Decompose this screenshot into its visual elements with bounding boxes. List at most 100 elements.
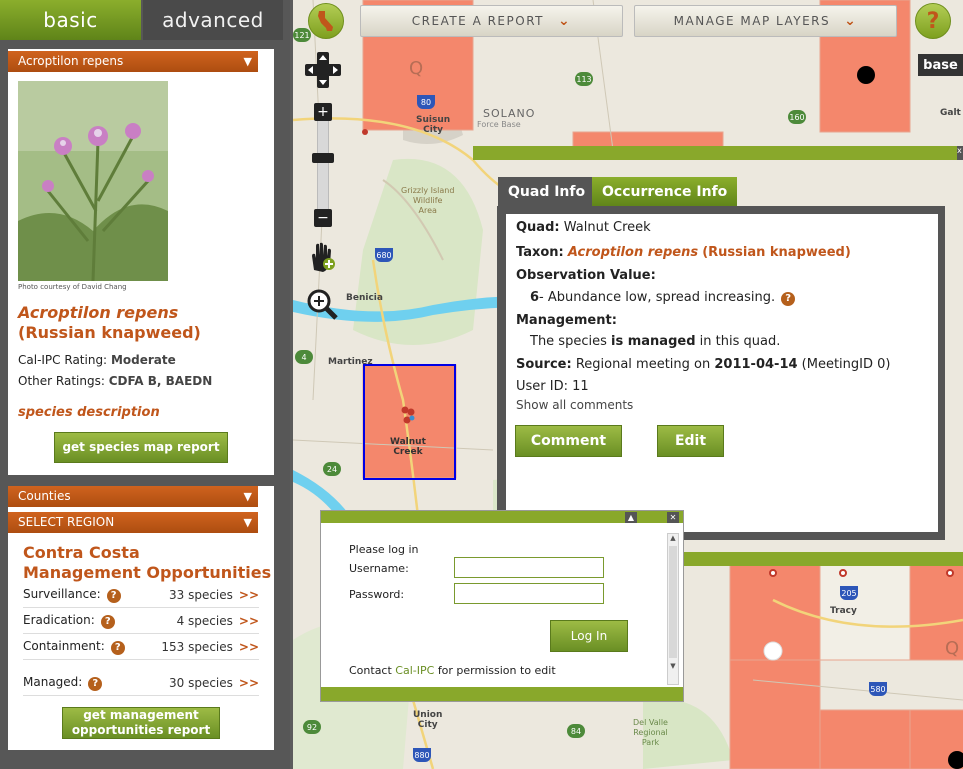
zoom-out-button[interactable]: − xyxy=(314,209,332,227)
pan-control[interactable] xyxy=(305,52,341,88)
user-line: User ID: 11 xyxy=(516,379,589,394)
tab-basic[interactable]: basic xyxy=(0,0,141,40)
quad-value: Walnut Creek xyxy=(563,220,651,235)
state-route-icon: 121 xyxy=(293,28,311,42)
help-icon[interactable]: ? xyxy=(110,640,125,655)
selected-quad-outline[interactable] xyxy=(363,364,456,480)
row-arrow[interactable]: >> xyxy=(239,614,259,628)
chevron-down-icon: ▼ xyxy=(243,490,252,503)
zoom-box-tool[interactable] xyxy=(305,287,339,321)
state-route-icon: 113 xyxy=(575,72,593,86)
edit-button[interactable]: Edit xyxy=(657,425,724,457)
login-button[interactable]: Log In xyxy=(550,620,628,652)
observation-value: 6- Abundance low, spread increasing.? xyxy=(530,290,796,306)
mgmt-report-button[interactable]: get management opportunities report xyxy=(62,707,220,739)
password-input[interactable] xyxy=(454,583,604,604)
photo-credit: Photo courtesy of David Chang xyxy=(18,283,127,291)
management-pre: The species xyxy=(530,334,607,349)
tab-advanced[interactable]: advanced xyxy=(143,0,283,40)
observation-text: - Abundance low, spread increasing. xyxy=(539,290,776,305)
row-value: 4 species xyxy=(176,614,233,628)
map-label-delvalle-1: Del Valle xyxy=(633,718,668,727)
california-home-button[interactable] xyxy=(308,3,344,39)
row-value: 153 species xyxy=(161,640,233,654)
zoom-slider-track[interactable] xyxy=(317,121,329,209)
sidebar: basic advanced Acroptilon repens ▼ Photo… xyxy=(0,0,290,769)
mgmt-row-containment[interactable]: Containment:? 153 species >> xyxy=(23,635,259,660)
username-input[interactable] xyxy=(454,557,604,578)
species-photo xyxy=(18,81,168,281)
highway-shield-icon: 205 xyxy=(840,586,858,600)
cal-ipc-rating: Cal-IPC Rating: Moderate xyxy=(18,353,176,367)
map-label-creek: Creek xyxy=(393,447,423,457)
taxon-name[interactable]: Acroptilon repens xyxy=(568,245,698,260)
highway-shield-icon: 680 xyxy=(375,248,393,262)
base-layer-toggle[interactable]: base xyxy=(918,54,963,76)
row-arrow[interactable]: >> xyxy=(239,640,259,654)
species-common-name: (Russian knapweed) xyxy=(18,323,201,342)
tab-occurrence-info[interactable]: Occurrence Info xyxy=(592,177,738,207)
mgmt-row-managed[interactable]: Managed:? 30 species >> xyxy=(23,671,259,696)
login-prompt: Please log in xyxy=(349,543,419,556)
taxon-line: Taxon: Acroptilon repens (Russian knapwe… xyxy=(516,245,851,260)
zoom-slider-handle[interactable] xyxy=(312,153,334,163)
help-icon[interactable]: ? xyxy=(88,676,103,691)
select-region-dropdown[interactable]: SELECT REGION ▼ xyxy=(8,512,258,533)
source-post: (MeetingID 0) xyxy=(801,357,891,372)
help-button[interactable]: ? xyxy=(915,3,951,39)
show-comments-link[interactable]: Show all comments xyxy=(516,398,633,412)
user-label: User ID: xyxy=(516,379,568,394)
login-scrollbar[interactable]: ▲ ▼ xyxy=(667,533,679,685)
species-description-link[interactable]: species description xyxy=(18,405,160,420)
species-dropdown[interactable]: Acroptilon repens ▼ xyxy=(8,51,258,72)
map-label-galt: Galt xyxy=(940,108,961,118)
create-report-button[interactable]: CREATE A REPORT ⌄ xyxy=(360,5,623,37)
species-dropdown-label: Acroptilon repens xyxy=(18,54,124,68)
create-report-label: CREATE A REPORT xyxy=(411,14,544,28)
minimize-icon[interactable]: ▲ xyxy=(625,512,637,523)
chevron-down-icon: ⌄ xyxy=(558,13,572,29)
manage-layers-button[interactable]: MANAGE MAP LAYERS ⌄ xyxy=(634,5,897,37)
taxon-label: Taxon: xyxy=(516,245,564,260)
map-label-benicia: Benicia xyxy=(346,293,383,303)
close-icon[interactable]: ✕ xyxy=(667,512,679,523)
observation-label: Observation Value: xyxy=(516,268,656,283)
pan-arrows-icon xyxy=(305,52,341,88)
taxon-common[interactable]: (Russian knapweed) xyxy=(702,245,851,260)
close-icon[interactable]: x xyxy=(957,146,963,160)
row-arrow[interactable]: >> xyxy=(239,588,259,602)
map-label-grizzly-3: Area xyxy=(418,206,437,215)
cal-ipc-link[interactable]: Cal-IPC xyxy=(395,664,434,677)
row-value: 33 species xyxy=(168,588,233,602)
help-icon[interactable]: ? xyxy=(100,614,115,629)
comment-button[interactable]: Comment xyxy=(515,425,622,457)
management-status: is managed xyxy=(611,334,696,349)
row-arrow[interactable]: >> xyxy=(239,676,259,690)
map-label-union-city: Union City xyxy=(413,710,442,730)
password-label: Password: xyxy=(349,588,405,601)
quad-q-label: Q xyxy=(945,638,960,659)
counties-dropdown[interactable]: Counties ▼ xyxy=(8,486,258,507)
contact-post: for permission to edit xyxy=(437,664,556,677)
popup-header-bar xyxy=(473,146,963,160)
chevron-down-icon: ▼ xyxy=(243,516,252,529)
pan-hand-tool[interactable] xyxy=(306,240,340,274)
map-label-grizzly-1: Grizzly Island xyxy=(401,186,455,195)
tab-quad-info[interactable]: Quad Info xyxy=(498,177,596,207)
management-value: The species is managed in this quad. xyxy=(530,334,780,349)
zoom-in-button[interactable]: + xyxy=(314,103,332,121)
help-icon[interactable]: ? xyxy=(106,588,121,603)
species-map-report-button[interactable]: get species map report xyxy=(54,432,228,463)
contact-pre: Contact xyxy=(349,664,392,677)
map-label-martinez: Martinez xyxy=(328,357,373,367)
state-route-icon: 4 xyxy=(295,350,313,364)
management-label: Management: xyxy=(516,313,617,328)
quad-line: Quad: Walnut Creek xyxy=(516,220,651,235)
mgmt-row-surveillance[interactable]: Surveillance:? 33 species >> xyxy=(23,583,259,608)
species-title: Acroptilon repens (Russian knapweed) xyxy=(18,303,201,343)
quad-label: Quad: xyxy=(516,220,560,235)
row-value: 30 species xyxy=(168,676,233,690)
mgmt-row-eradication[interactable]: Eradication:? 4 species >> xyxy=(23,609,259,634)
help-icon[interactable]: ? xyxy=(781,291,796,306)
map-label-solano: SOLANO xyxy=(483,107,536,120)
